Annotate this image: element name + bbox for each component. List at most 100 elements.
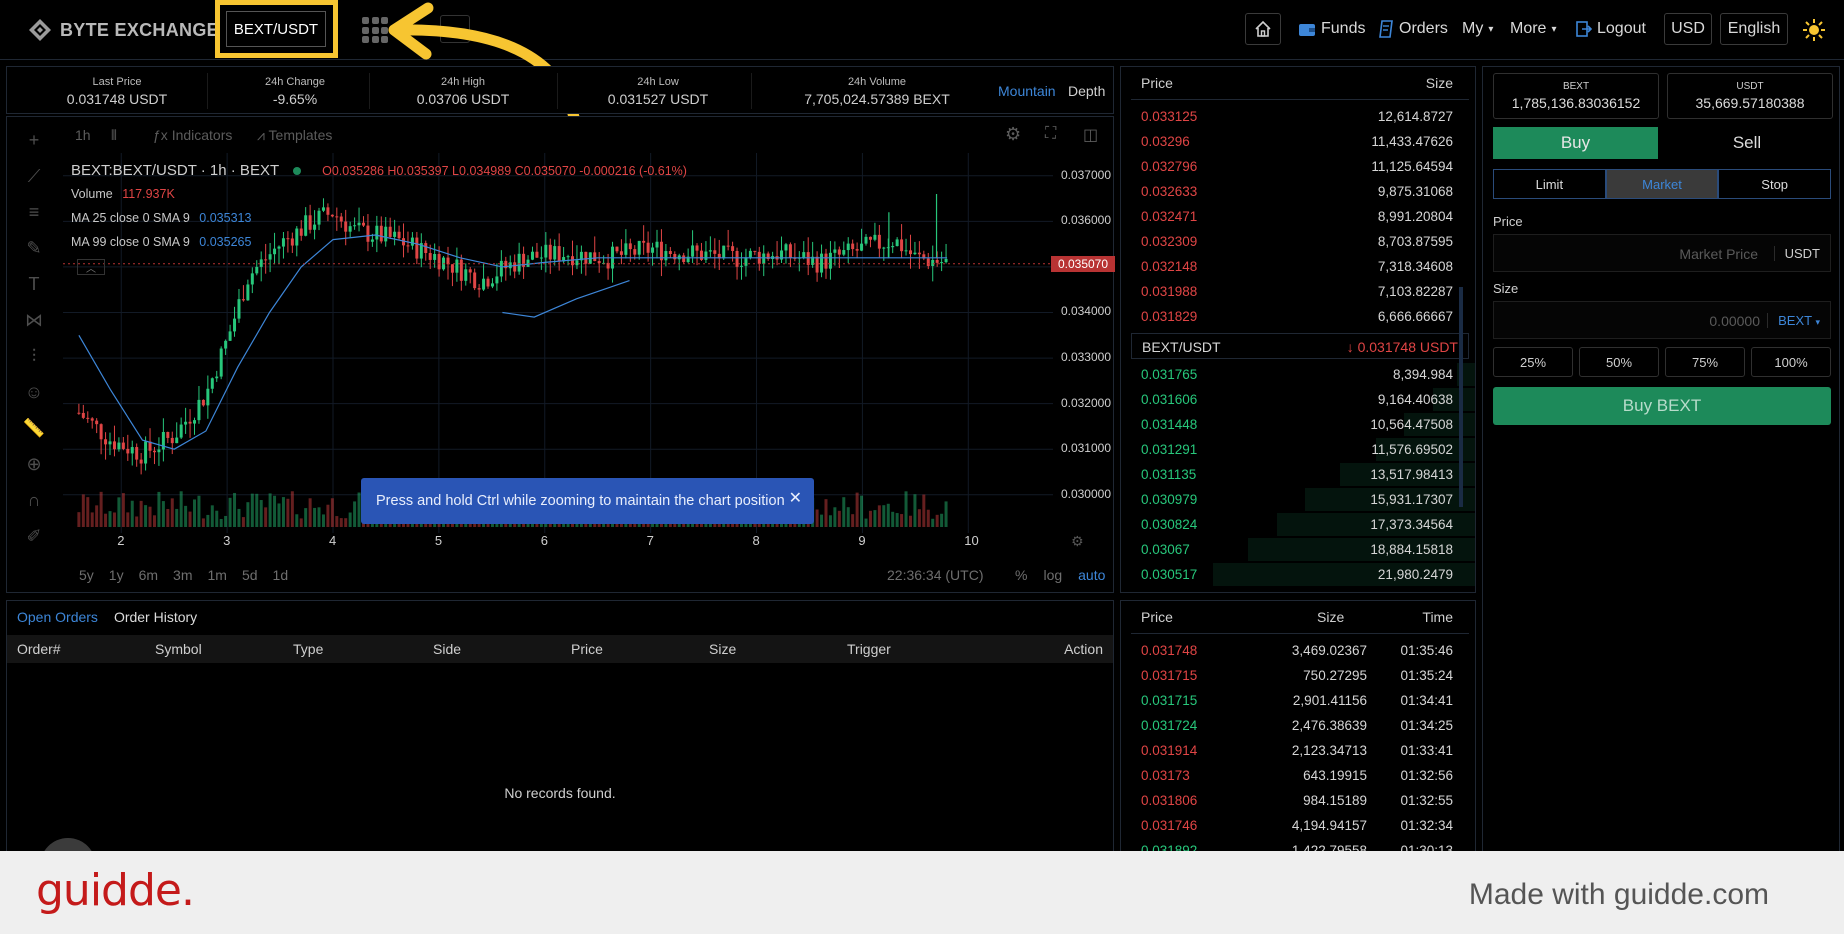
brand-logo[interactable]: BYTE EXCHANGE [28, 18, 219, 42]
range-3m[interactable]: 3m [173, 567, 192, 583]
percent-25-button[interactable]: 25% [1493, 347, 1573, 377]
pattern-icon[interactable]: ⋈ [21, 307, 47, 333]
view-mountain-toggle[interactable]: Mountain [998, 83, 1056, 99]
bid-row[interactable]: 0.031448 10,564.47508 [1121, 412, 1475, 437]
axis-settings-gear-icon[interactable]: ⚙ [1071, 533, 1084, 550]
language-selector[interactable]: English [1720, 13, 1788, 45]
buy-submit-button[interactable]: Buy BEXT [1493, 387, 1831, 425]
settings-gear-icon[interactable]: ⚙ [1005, 124, 1021, 145]
magnet-icon[interactable]: ∩ [21, 487, 47, 513]
auto-scale-toggle[interactable]: auto [1078, 567, 1105, 583]
bid-row[interactable]: 0.031291 11,576.69502 [1121, 437, 1475, 462]
tab-order-history[interactable]: Order History [114, 609, 197, 625]
percent-scale-toggle[interactable]: % [1015, 567, 1027, 583]
ask-row[interactable]: 0.032796 11,125.64594 [1121, 154, 1475, 179]
range-5d[interactable]: 5d [242, 567, 258, 583]
collapse-legend-button[interactable]: ︿ [77, 259, 105, 275]
size-unit-selector[interactable]: BEXT ▾ [1767, 313, 1820, 328]
volume-bar [273, 495, 277, 527]
lock-drawing-icon[interactable]: ✐ [21, 523, 47, 549]
bid-size: 18,884.15818 [1370, 542, 1453, 557]
horizontal-lines-icon[interactable]: ≡ [21, 199, 47, 225]
home-button[interactable] [1245, 13, 1281, 45]
trend-line-icon[interactable]: ⟋ [21, 163, 47, 189]
nav-more-menu[interactable]: More ▾ [1510, 20, 1556, 38]
bid-row[interactable]: 0.031765 8,394.984 [1121, 362, 1475, 387]
guidde-logo[interactable]: guidde. [36, 865, 195, 916]
candle-body [117, 442, 121, 450]
volume-bar [126, 512, 130, 527]
ask-row[interactable]: 0.031829 6,666.66667 [1121, 304, 1475, 329]
stat-24h-high: 24h High 0.03706 USDT [393, 76, 533, 107]
candle-body [379, 225, 383, 242]
range-1y[interactable]: 1y [109, 567, 124, 583]
order-type-limit[interactable]: Limit [1493, 169, 1606, 199]
crosshair-icon[interactable]: + [21, 127, 47, 153]
percent-100-button[interactable]: 100% [1751, 347, 1831, 377]
log-scale-toggle[interactable]: log [1043, 567, 1062, 583]
percent-75-button[interactable]: 75% [1665, 347, 1745, 377]
ask-row[interactable]: 0.032309 8,703.87595 [1121, 229, 1475, 254]
ask-row[interactable]: 0.032471 8,991.20804 [1121, 204, 1475, 229]
bid-row[interactable]: 0.031606 9,164.40638 [1121, 387, 1475, 412]
ruler-icon[interactable]: 📏 [21, 415, 47, 441]
order-book-scrollbar[interactable] [1459, 287, 1463, 507]
size-input[interactable]: 0.00000 BEXT ▾ [1493, 301, 1831, 339]
candle-style-icon[interactable]: ⫴ [111, 127, 117, 144]
candle-body [144, 441, 148, 464]
ask-row[interactable]: 0.032633 9,875.31068 [1121, 179, 1475, 204]
ask-row[interactable]: 0.033125 12,614.8727 [1121, 104, 1475, 129]
stat-24h-change: 24h Change -9.65% [225, 76, 365, 107]
templates-button[interactable]: ⩘ Templates [257, 127, 332, 144]
guidde-tagline[interactable]: Made with guidde.com [1469, 878, 1769, 912]
fullscreen-icon[interactable]: ⛶ [1045, 125, 1056, 143]
col-trigger: Trigger [847, 641, 891, 657]
ask-row[interactable]: 0.03296 11,433.47626 [1121, 129, 1475, 154]
candle-body [215, 376, 219, 379]
order-type-stop[interactable]: Stop [1718, 169, 1832, 199]
volume-bar [255, 493, 259, 527]
range-5y[interactable]: 5y [79, 567, 94, 583]
indicators-button[interactable]: ƒx Indicators [153, 127, 232, 143]
forecast-icon[interactable]: ⫶ [21, 343, 47, 369]
interval-selector[interactable]: 1h [75, 127, 91, 143]
bid-row[interactable]: 0.030517 21,980.2479 [1121, 562, 1475, 587]
bid-price: 0.030979 [1141, 492, 1198, 507]
emoji-icon[interactable]: ☺ [21, 379, 47, 405]
buy-tab[interactable]: Buy [1493, 127, 1658, 159]
trade-price: 0.031746 [1141, 818, 1198, 833]
sell-tab[interactable]: Sell [1663, 127, 1831, 159]
order-type-market[interactable]: Market [1605, 169, 1719, 199]
volume-bar [846, 507, 850, 527]
price-input[interactable]: Market Price USDT [1493, 234, 1831, 272]
close-icon[interactable]: ✕ [789, 488, 802, 508]
range-1d[interactable]: 1d [273, 567, 289, 583]
text-tool-icon[interactable]: T [21, 271, 47, 297]
percent-50-button[interactable]: 50% [1579, 347, 1659, 377]
nav-orders[interactable]: Orders [1378, 20, 1448, 38]
brush-icon[interactable]: ✎ [21, 235, 47, 261]
range-6m[interactable]: 6m [139, 567, 158, 583]
bid-row[interactable]: 0.03067 18,884.15818 [1121, 537, 1475, 562]
ask-row[interactable]: 0.031988 7,103.82287 [1121, 279, 1475, 304]
nav-logout[interactable]: Logout [1576, 20, 1646, 38]
zoom-in-icon[interactable]: ⊕ [21, 451, 47, 477]
candle-body [646, 242, 650, 253]
pair-selector-button[interactable]: BEXT/USDT [226, 11, 326, 47]
range-1m[interactable]: 1m [208, 567, 227, 583]
camera-icon[interactable]: ◫ [1083, 125, 1098, 145]
trade-row: 0.031746 4,194.94157 01:32:34 [1121, 813, 1475, 838]
bid-row[interactable]: 0.030824 17,373.34564 [1121, 512, 1475, 537]
y-tick-label: 0.033000 [1060, 350, 1111, 365]
bid-row[interactable]: 0.031135 13,517.98413 [1121, 462, 1475, 487]
tab-open-orders[interactable]: Open Orders [17, 609, 98, 625]
volume-bar [330, 498, 334, 527]
candle-body [277, 246, 281, 249]
theme-sun-icon[interactable] [1803, 19, 1825, 41]
view-depth-toggle[interactable]: Depth [1068, 83, 1105, 99]
nav-funds[interactable]: Funds [1298, 20, 1365, 38]
nav-my-menu[interactable]: My ▾ [1462, 20, 1493, 38]
bid-row[interactable]: 0.030979 15,931.17307 [1121, 487, 1475, 512]
ask-row[interactable]: 0.032148 7,318.34608 [1121, 254, 1475, 279]
currency-selector[interactable]: USD [1664, 13, 1712, 45]
